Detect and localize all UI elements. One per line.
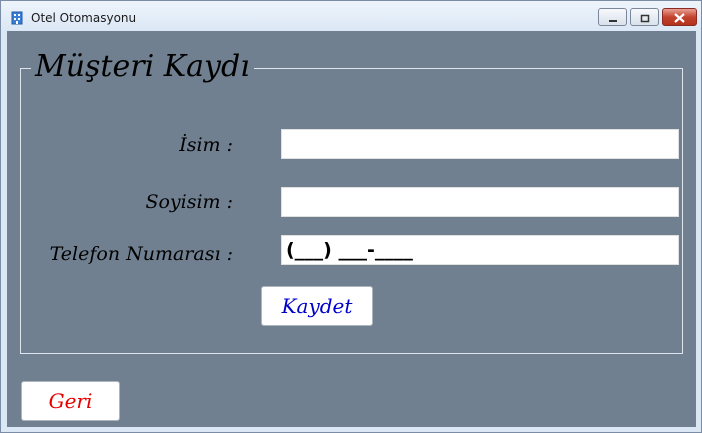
telefon-input[interactable] (281, 235, 679, 265)
window-title: Otel Otomasyonu (31, 11, 137, 25)
soyisim-label: Soyisim : (145, 191, 233, 213)
telefon-label: Telefon Numarası : (49, 243, 233, 265)
kaydet-button[interactable]: Kaydet (261, 286, 373, 326)
minimize-icon (608, 8, 618, 27)
group-title: Müşteri Kaydı (31, 45, 254, 89)
building-icon (10, 10, 24, 25)
geri-button[interactable]: Geri (21, 381, 120, 421)
close-icon (674, 8, 685, 27)
isim-label: İsim : (179, 134, 233, 156)
form-client-area: Müşteri Kaydı İsim : Soyisim : Telefon N… (7, 31, 696, 427)
minimize-button[interactable] (598, 8, 627, 26)
title-bar[interactable]: Otel Otomasyonu (1, 1, 701, 31)
isim-input[interactable] (281, 129, 679, 159)
maximize-button[interactable] (630, 8, 659, 26)
maximize-icon (640, 8, 650, 27)
app-window: Otel Otomasyonu Müşteri Kaydı İsim : Soy… (0, 0, 702, 433)
soyisim-input[interactable] (281, 187, 679, 217)
close-button[interactable] (662, 8, 697, 26)
